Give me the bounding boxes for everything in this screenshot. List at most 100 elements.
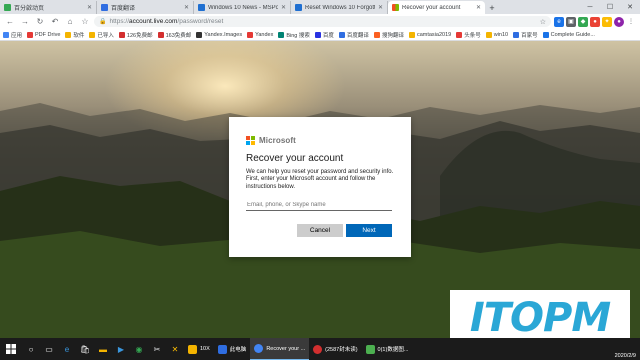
reload-icon[interactable]: ↻ [34, 16, 46, 28]
window-controls: ─ ☐ ✕ [580, 0, 640, 14]
tab-strip: 百分啟动页 ✕ 百度翻译 ✕ Windows 10 News - MSPowe … [0, 0, 640, 14]
extension-icon[interactable]: ◆ [578, 16, 588, 27]
store-icon[interactable]: 🛍 [76, 338, 94, 360]
bookmark-item[interactable]: 百度 [314, 31, 334, 39]
bing-icon [278, 31, 285, 38]
task-view-icon[interactable]: ▭ [40, 338, 58, 360]
close-window-icon[interactable]: ✕ [620, 0, 640, 14]
media-icon[interactable]: ▶ [112, 338, 130, 360]
forward-arrow-icon[interactable]: → [19, 16, 31, 28]
tab-label: 百分啟动页 [14, 6, 45, 12]
close-icon[interactable]: ✕ [378, 4, 383, 11]
bookmark-item[interactable]: 百家号 [513, 31, 538, 39]
folder-icon [408, 31, 415, 38]
mail-icon [118, 31, 125, 38]
menu-icon[interactable]: ⋮ [626, 17, 636, 27]
app-icon [365, 344, 375, 354]
cancel-button[interactable]: Cancel [297, 224, 343, 237]
chrome-icon [254, 344, 264, 353]
taskbar-date[interactable]: 2020/2/9 [615, 353, 636, 359]
bookmark-item[interactable]: Yandex [247, 31, 273, 38]
tab-windows-news[interactable]: Windows 10 News - MSPowe ✕ [194, 1, 291, 14]
cortana-icon[interactable]: ○ [22, 338, 40, 360]
taskbar-app-mail[interactable]: (2587封未读) [309, 338, 361, 360]
tab-favicon [198, 4, 205, 11]
tab-label: Windows 10 News - MSPowe [208, 4, 278, 11]
computer-icon [217, 344, 227, 354]
bookmark-item[interactable]: Bing 搜索 [278, 31, 310, 39]
tab-reset-windows[interactable]: Reset Windows 10 Forgotten ✕ [291, 1, 388, 14]
new-tab-button[interactable]: + [485, 1, 499, 14]
tab-favicon [101, 4, 108, 11]
extension-area: e ▣ ◆ ● ✦ ● ⋮ [554, 16, 636, 27]
back-arrow-icon[interactable]: ← [4, 16, 16, 28]
recover-account-dialog: Microsoft Recover your account We can he… [229, 117, 411, 257]
edge-icon[interactable]: e [58, 338, 76, 360]
extension-icon[interactable]: e [554, 16, 564, 27]
tools-icon[interactable]: ✂ [148, 338, 166, 360]
baidu-icon [314, 31, 321, 38]
home-icon[interactable]: ⌂ [64, 16, 76, 28]
maximize-icon[interactable]: ☐ [600, 0, 620, 14]
account-identifier-input[interactable] [246, 200, 392, 212]
extension-icon[interactable]: ● [590, 16, 600, 27]
undo-icon[interactable]: ↶ [49, 16, 61, 28]
dialog-description: We can help you reset your password and … [246, 169, 394, 190]
tab-favicon [4, 4, 11, 11]
windows-start-icon[interactable] [0, 338, 22, 360]
mail-icon [157, 31, 164, 38]
sogou-icon [373, 31, 380, 38]
bookmark-item[interactable]: 应用 [3, 31, 22, 39]
bookmark-star-icon[interactable]: ☆ [79, 16, 91, 28]
next-button[interactable]: Next [346, 224, 392, 237]
yandex-icon [247, 31, 254, 38]
extension-icon[interactable]: ▣ [566, 16, 576, 27]
bookmark-item[interactable]: 163免费邮 [157, 31, 191, 39]
bookmark-item[interactable]: 126免费邮 [118, 31, 153, 39]
taskbar-app-chrome[interactable]: Recover your ... [250, 338, 310, 360]
tab-start-page[interactable]: 百分啟动页 ✕ [0, 1, 97, 14]
close-icon[interactable]: ✕ [184, 4, 189, 11]
microsoft-brand: Microsoft [246, 135, 394, 145]
bookmark-item[interactable]: 已导入 [89, 31, 114, 39]
taskbar-app-10x[interactable]: 10X [184, 338, 214, 360]
bookmark-item[interactable]: PDF Drive [27, 31, 60, 38]
pdf-icon [27, 31, 34, 38]
globe-icon [542, 31, 549, 38]
close-icon[interactable]: ✕ [87, 4, 92, 11]
address-bar[interactable]: 🔒 https://account.live.com/password/rese… [94, 16, 551, 27]
bookmark-item[interactable]: win10 [485, 31, 508, 38]
close-icon[interactable]: ✕ [281, 4, 286, 11]
chrome-icon[interactable]: ◉ [130, 338, 148, 360]
apps-icon [3, 31, 9, 38]
translate-icon [338, 31, 345, 38]
star-icon[interactable]: ☆ [540, 18, 546, 26]
yandex-images-icon [196, 31, 203, 38]
folder-icon [188, 344, 197, 354]
profile-avatar-icon[interactable]: ● [614, 16, 624, 27]
lock-icon: 🔒 [99, 19, 107, 25]
watermark-text: ITOPM [469, 295, 611, 341]
tab-label: Recover your account [402, 4, 461, 11]
bookmark-item[interactable]: 百度翻译 [338, 31, 369, 39]
browser-toolbar: ← → ↻ ↶ ⌂ ☆ 🔒 https://account.live.com/p… [0, 14, 640, 29]
bookmark-item[interactable]: 软件 [65, 31, 84, 39]
bookmark-item[interactable]: camtasia2019 [408, 31, 451, 38]
bookmark-item[interactable]: Yandex.Images [196, 31, 242, 38]
tab-label: Reset Windows 10 Forgotten [305, 4, 375, 11]
tab-baidu-translate[interactable]: 百度翻译 ✕ [97, 1, 194, 14]
bookmark-item[interactable]: 头条号 [456, 31, 481, 39]
taskbar-app-data[interactable]: 0(1)数据图... [362, 338, 413, 360]
tab-recover-account[interactable]: Recover your account ✕ [388, 1, 485, 14]
microsoft-favicon [392, 4, 399, 11]
minimize-icon[interactable]: ─ [580, 0, 600, 14]
bookmark-item[interactable]: Complete Guide... [542, 31, 595, 38]
file-explorer-icon[interactable]: ▬ [94, 338, 112, 360]
taskbar-app-this-pc[interactable]: 此电脑 [214, 338, 251, 360]
bookmark-item[interactable]: 搜狗翻译 [373, 31, 404, 39]
baijiahao-icon [513, 31, 520, 38]
close-icon[interactable]: ✕ [476, 4, 481, 11]
xmind-icon[interactable]: ✕ [166, 338, 184, 360]
windows-taskbar: ○ ▭ e 🛍 ▬ ▶ ◉ ✂ ✕ 10X 此电脑 Recover your .… [0, 338, 640, 360]
extension-icon[interactable]: ✦ [602, 16, 612, 27]
